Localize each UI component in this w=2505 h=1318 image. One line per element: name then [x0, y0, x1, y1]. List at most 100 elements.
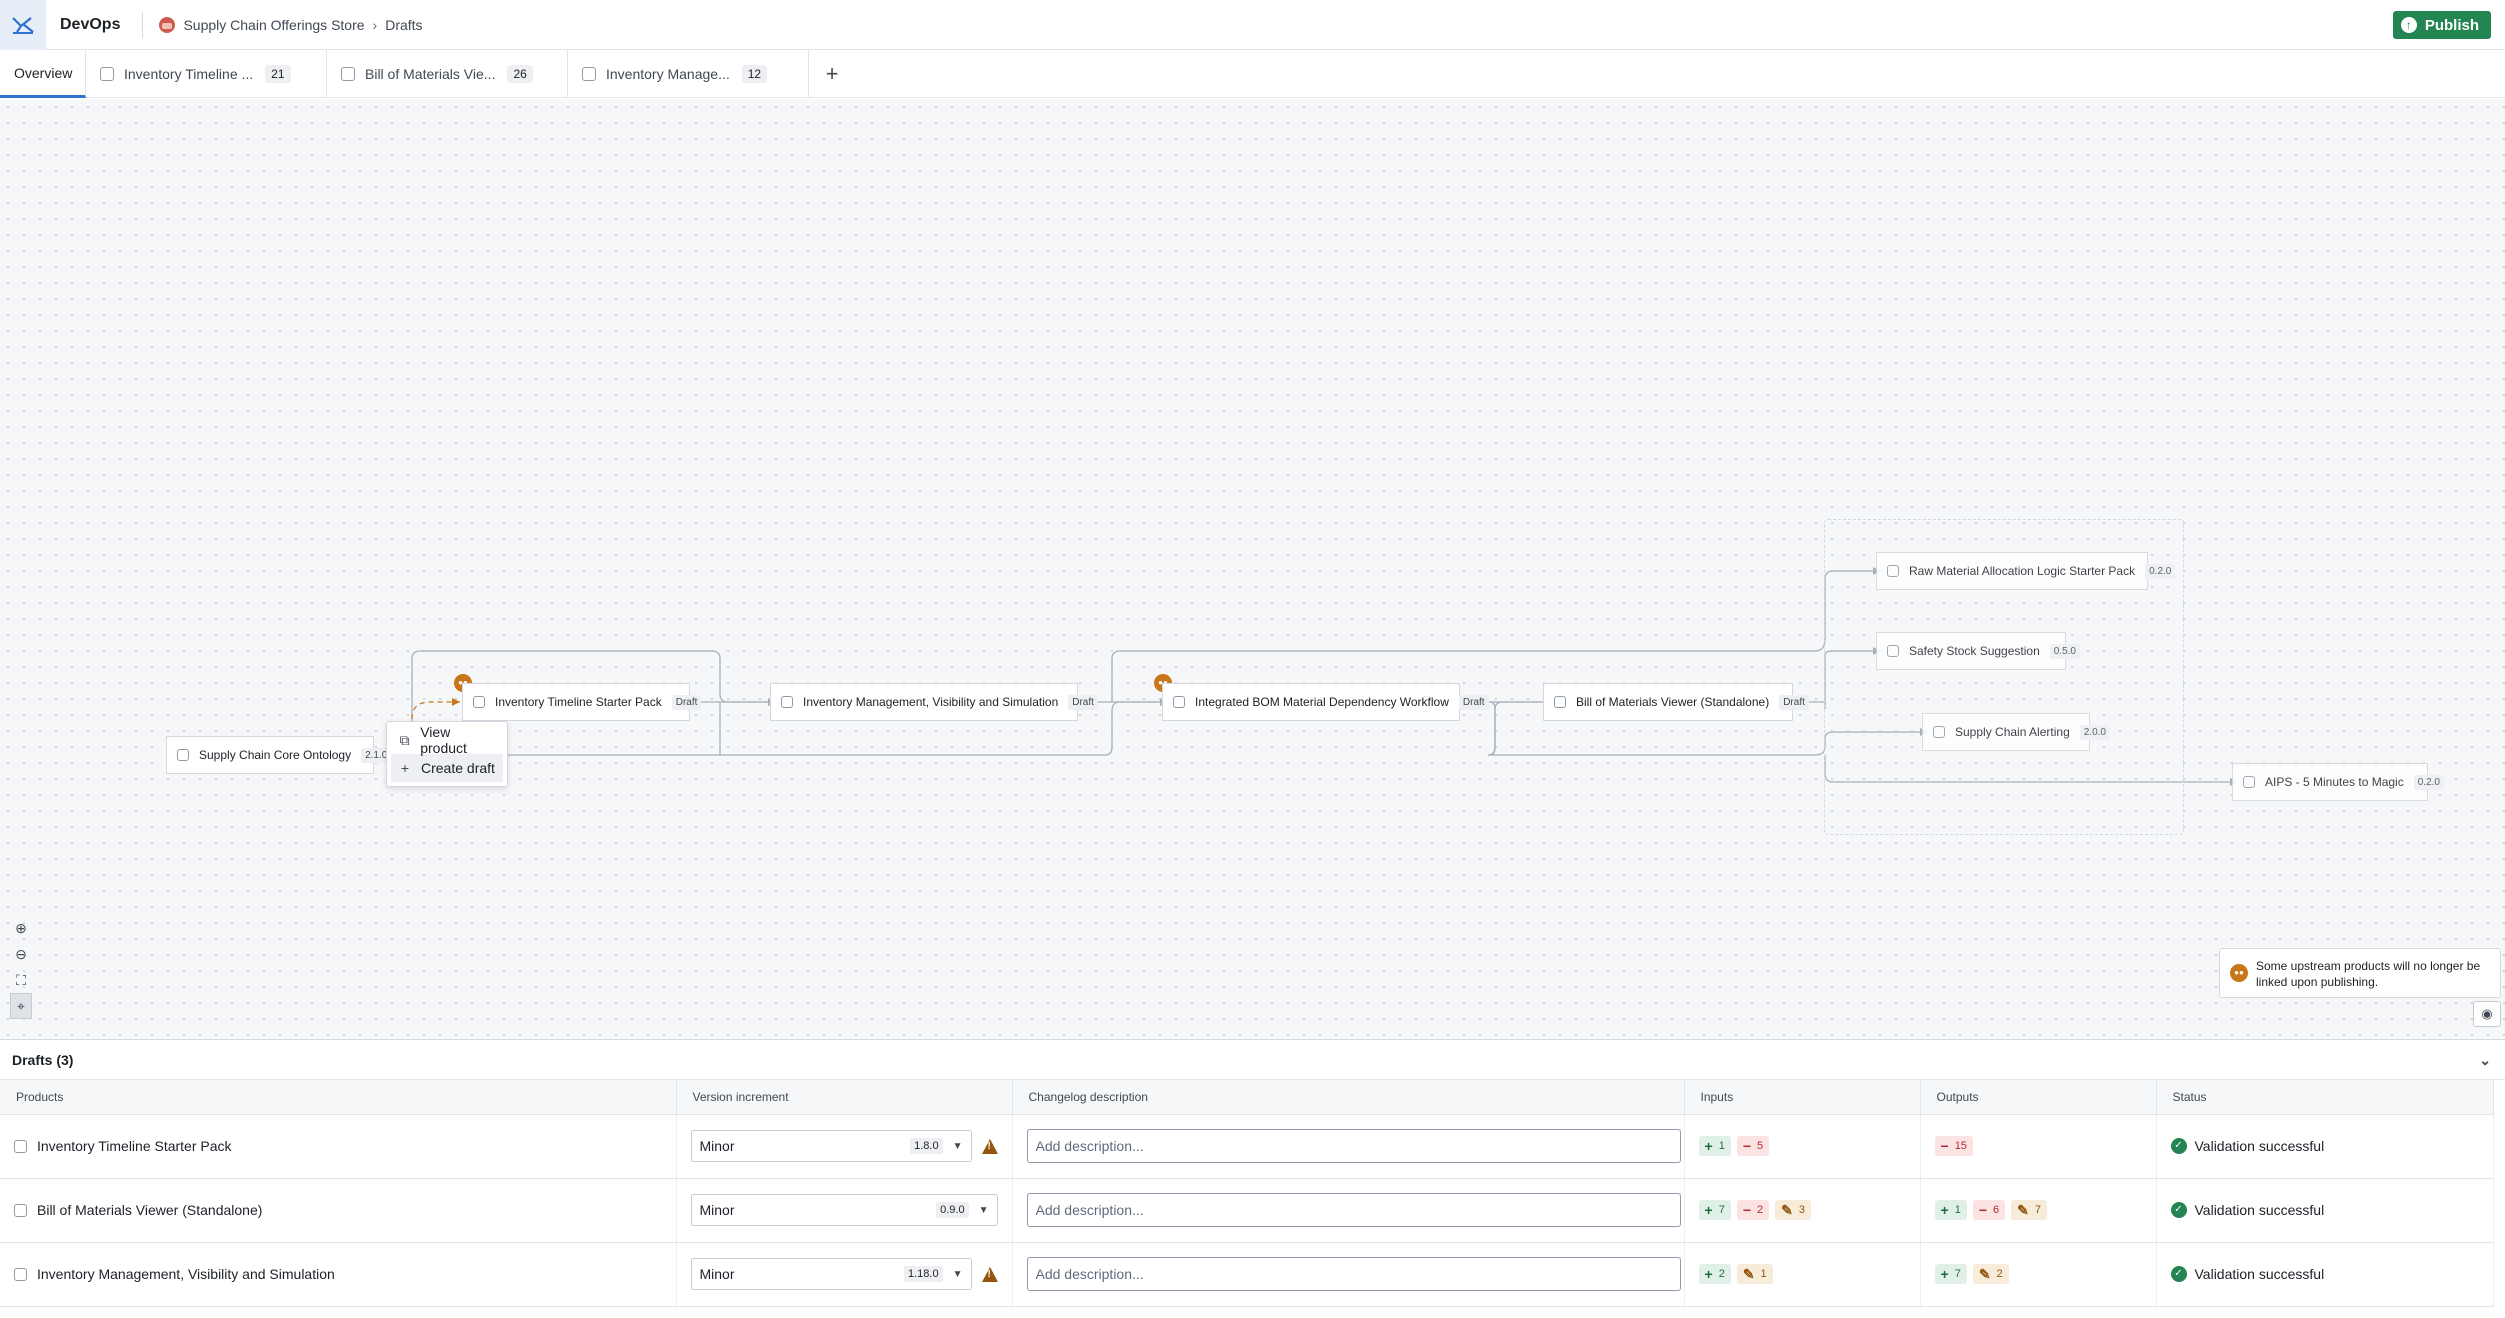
drafts-header[interactable]: Drafts (3) ⌄ — [0, 1040, 2505, 1080]
product-cell[interactable]: Inventory Management, Visibility and Sim… — [14, 1266, 662, 1282]
inputs-changes: +2 ✎ 1 — [1698, 1264, 1906, 1284]
add-tab-button[interactable]: + — [809, 50, 855, 97]
tab-inventory-timeline[interactable]: Inventory Timeline ... 21 — [86, 50, 327, 98]
app-logo-icon[interactable] — [0, 0, 46, 50]
modified-count-chip[interactable]: ✎ 2 — [1972, 1264, 2009, 1284]
table-row: Inventory Management, Visibility and Sim… — [0, 1242, 2494, 1307]
node-supply-chain-alerting[interactable]: Supply Chain Alerting 2.0.0 — [1922, 713, 2110, 751]
node-safety-stock-suggestion[interactable]: Safety Stock Suggestion 0.5.0 — [1876, 632, 2080, 670]
tab-bill-of-materials[interactable]: Bill of Materials Vie... 26 — [327, 50, 568, 98]
removed-count-chip[interactable]: −5 — [1736, 1136, 1770, 1156]
menu-item-label: View product — [420, 724, 467, 756]
modified-count-chip[interactable]: ✎ 7 — [2011, 1200, 2047, 1220]
plus-icon: + — [1704, 1138, 1713, 1154]
version-tag: 1.18.0 — [904, 1266, 943, 1282]
warning-triangle-icon[interactable] — [981, 1266, 998, 1282]
drafts-panel: Drafts (3) ⌄ Products Version increment … — [0, 1039, 2505, 1318]
version-increment-select[interactable]: Minor 0.9.0 ▼ — [690, 1194, 998, 1226]
top-bar: DevOps Supply Chain Offerings Store › Dr… — [0, 0, 2505, 50]
added-count-chip[interactable]: +1 — [1698, 1136, 1731, 1156]
eye-icon[interactable]: ◉ — [2473, 1001, 2501, 1027]
chevron-down-icon[interactable]: ⌄ — [2479, 1052, 2491, 1069]
node-label: Integrated BOM Material Dependency Workf… — [1195, 695, 1449, 709]
removed-count-chip[interactable]: −2 — [1736, 1200, 1770, 1220]
status-text: Validation successful — [2194, 1138, 2325, 1154]
product-cube-icon — [14, 1139, 27, 1153]
breadcrumb-store[interactable]: Supply Chain Offerings Store — [183, 17, 364, 33]
version-increment-select[interactable]: Minor 1.8.0 ▼ — [690, 1130, 972, 1162]
version-tag: 2.0.0 — [2079, 724, 2110, 740]
changelog-description-input[interactable] — [1026, 1257, 1681, 1291]
product-cube-icon — [1887, 565, 1899, 577]
breadcrumb-drafts[interactable]: Drafts — [385, 17, 422, 33]
zoom-in-icon[interactable]: ⊕ — [10, 915, 32, 941]
product-cell[interactable]: Bill of Materials Viewer (Standalone) — [14, 1202, 662, 1218]
app-name[interactable]: DevOps — [60, 11, 144, 38]
node-bill-of-materials-viewer[interactable]: Bill of Materials Viewer (Standalone) Dr… — [1543, 683, 1809, 721]
menu-item-create-draft[interactable]: + Create draft — [391, 754, 503, 782]
warning-triangle-icon[interactable] — [981, 1138, 998, 1154]
modified-count-chip[interactable]: ✎ 1 — [1736, 1264, 1773, 1284]
inputs-changes: +1 −5 — [1698, 1136, 1906, 1156]
node-label: Bill of Materials Viewer (Standalone) — [1576, 695, 1770, 709]
plus-icon: + — [1704, 1266, 1713, 1282]
added-count-chip[interactable]: +2 — [1698, 1264, 1731, 1284]
tab-overview[interactable]: Overview — [0, 50, 86, 98]
drafts-title: Drafts (3) — [12, 1051, 74, 1068]
zoom-out-icon[interactable]: ⊖ — [10, 941, 32, 967]
node-label: Supply Chain Core Ontology — [199, 748, 352, 762]
plus-icon: + — [1940, 1266, 1949, 1282]
tab-label: Overview — [14, 64, 73, 81]
node-inventory-management[interactable]: Inventory Management, Visibility and Sim… — [770, 683, 1098, 721]
product-cube-icon — [1173, 696, 1185, 708]
column-header-changelog: Changelog description — [1012, 1080, 1685, 1115]
minus-icon: − — [1742, 1138, 1751, 1154]
select-tool-icon[interactable]: ⌖ — [10, 993, 32, 1019]
column-header-inputs: Inputs — [1684, 1080, 1921, 1115]
column-header-products: Products — [0, 1080, 677, 1115]
check-circle-icon: ✓ — [2170, 1266, 2187, 1282]
node-integrated-bom-workflow[interactable]: Integrated BOM Material Dependency Workf… — [1162, 683, 1489, 721]
node-supply-chain-core-ontology[interactable]: Supply Chain Core Ontology 2.1.0 — [166, 736, 392, 774]
node-aips-5-minutes-to-magic[interactable]: AIPS - 5 Minutes to Magic 0.2.0 — [2232, 763, 2444, 801]
plus-icon: + — [1940, 1202, 1949, 1218]
version-increment-select[interactable]: Minor 1.18.0 ▼ — [690, 1258, 972, 1290]
column-header-status: Status — [2156, 1080, 2494, 1115]
changelog-description-input[interactable] — [1026, 1193, 1681, 1227]
caret-down-icon: ▼ — [978, 1204, 989, 1216]
check-circle-icon: ✓ — [2170, 1202, 2187, 1218]
tab-count: 21 — [265, 65, 291, 83]
dependency-graph-canvas[interactable]: Supply Chain Core Ontology 2.1.0 ●● Inve… — [0, 99, 2505, 1039]
status-text: Validation successful — [2194, 1266, 2325, 1282]
upload-arrow-icon: ↑ — [2400, 17, 2417, 33]
removed-count-chip[interactable]: −15 — [1934, 1136, 1973, 1156]
modified-count-chip[interactable]: ✎ 3 — [1775, 1200, 1811, 1220]
publish-button[interactable]: ↑ Publish — [2392, 11, 2491, 39]
status-cell: ✓ Validation successful — [2170, 1138, 2479, 1154]
node-raw-material-allocation[interactable]: Raw Material Allocation Logic Starter Pa… — [1876, 552, 2176, 590]
unlink-warning-icon: ●● — [2230, 964, 2248, 982]
drafts-table: Products Version increment Changelog des… — [0, 1080, 2494, 1307]
menu-item-view-product[interactable]: ⧉ View product — [391, 724, 503, 756]
pencil-icon: ✎ — [1978, 1265, 1991, 1282]
count: 2 — [1996, 1268, 2003, 1280]
tab-inventory-management[interactable]: Inventory Manage... 12 — [568, 50, 809, 98]
removed-count-chip[interactable]: −6 — [1972, 1200, 2006, 1220]
node-inventory-timeline-starter-pack[interactable]: Inventory Timeline Starter Pack Draft — [462, 683, 702, 721]
product-cell[interactable]: Inventory Timeline Starter Pack — [14, 1138, 662, 1154]
added-count-chip[interactable]: +1 — [1934, 1200, 1967, 1220]
breadcrumb: Supply Chain Offerings Store › Drafts — [159, 16, 423, 33]
added-count-chip[interactable]: +7 — [1934, 1264, 1967, 1284]
outputs-changes: +1 −6 ✎ 7 — [1934, 1200, 2142, 1220]
node-label: AIPS - 5 Minutes to Magic — [2265, 775, 2404, 789]
changelog-description-input[interactable] — [1026, 1129, 1681, 1163]
added-count-chip[interactable]: +7 — [1698, 1200, 1731, 1220]
plus-icon: + — [1704, 1202, 1713, 1218]
increment-value: Minor — [699, 1138, 735, 1154]
tab-count: 12 — [741, 65, 768, 83]
tab-label: Bill of Materials Vie... — [365, 66, 496, 82]
product-cube-icon — [2243, 776, 2255, 788]
fit-to-screen-icon[interactable]: ⛶ — [10, 967, 32, 993]
count: 5 — [1757, 1140, 1764, 1152]
version-tag: 1.8.0 — [910, 1138, 943, 1154]
